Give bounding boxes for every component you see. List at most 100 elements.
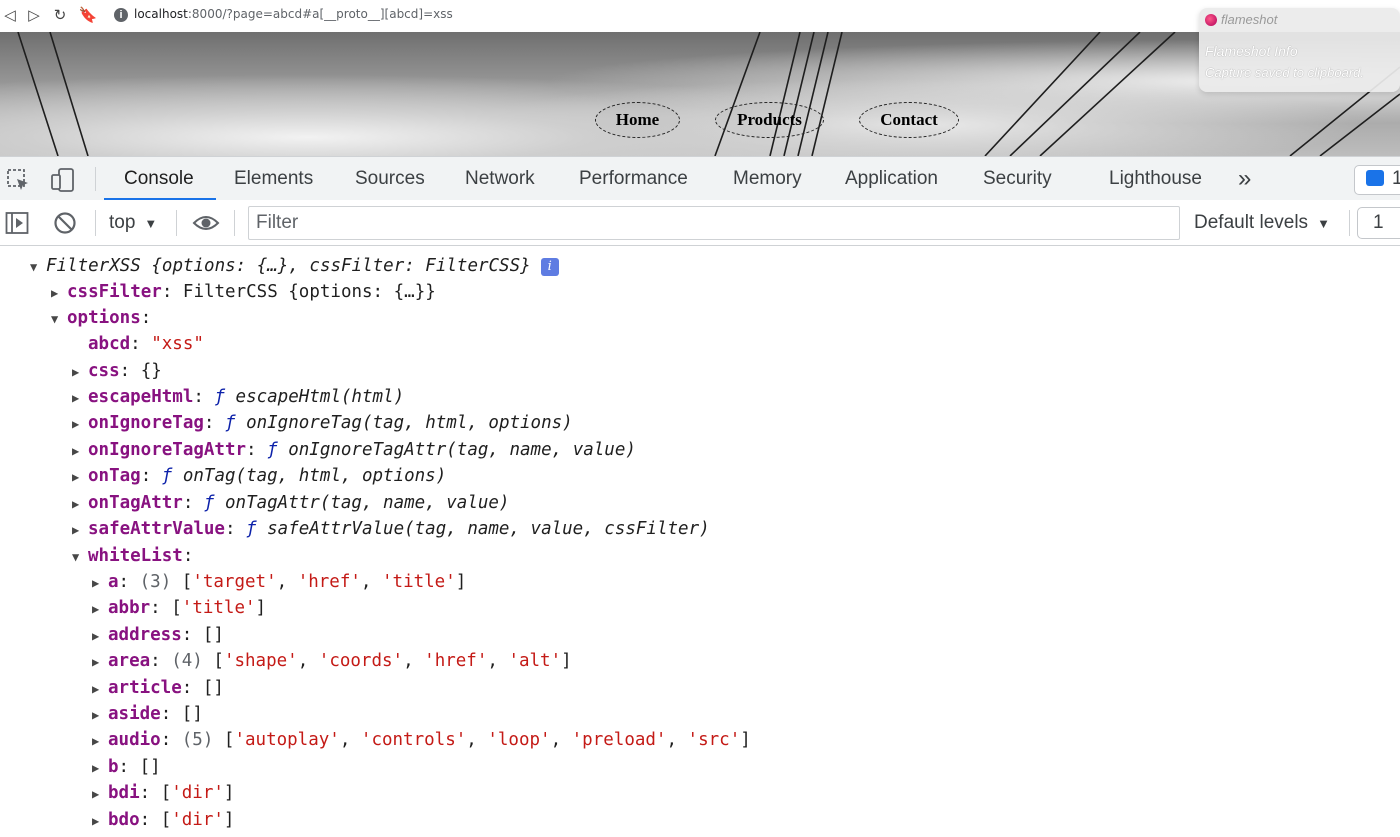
prop-onTagAttr[interactable]: ▶ onTagAttr: ƒ onTagAttr(tag, name, value… — [72, 490, 509, 516]
tab-security[interactable]: Security — [983, 157, 1052, 201]
expanded-triangle-icon[interactable]: ▼ — [72, 544, 88, 570]
filter-input[interactable] — [248, 206, 1180, 240]
prop-value: "xss" — [151, 334, 204, 354]
whitelist-item-abbr[interactable]: ▶ abbr: ['title'] — [92, 595, 266, 621]
array-value: 'target' — [192, 572, 277, 592]
eye-icon[interactable] — [192, 212, 220, 234]
whitelist-item-bdi[interactable]: ▶ bdi: ['dir'] — [92, 780, 234, 806]
prop-key: article — [108, 677, 182, 698]
tab-network[interactable]: Network — [465, 157, 535, 201]
prop-key: abcd — [88, 334, 131, 354]
function-icon: ƒ — [224, 413, 236, 434]
whitelist-item-b[interactable]: ▶ b: [] — [92, 754, 161, 780]
context-label: top — [109, 212, 136, 233]
collapsed-triangle-icon[interactable]: ▶ — [72, 517, 88, 543]
bookmark-icon[interactable]: 🔖 — [78, 5, 98, 25]
collapsed-triangle-icon[interactable]: ▶ — [92, 728, 108, 754]
collapsed-triangle-icon[interactable]: ▶ — [72, 438, 88, 464]
notification-message: Capture saved to clipboard. — [1205, 65, 1364, 80]
array-value: 'href' — [424, 651, 488, 672]
flameshot-notification[interactable]: flameshot Flameshot Info Capture saved t… — [1199, 8, 1400, 92]
device-toolbar-icon[interactable] — [50, 167, 76, 193]
whitelist-item-bdo[interactable]: ▶ bdo: ['dir'] — [92, 807, 234, 833]
array-length: (4) — [171, 651, 203, 672]
function-icon: ƒ — [161, 466, 173, 487]
function-signature: safeAttrValue(tag, name, value, cssFilte… — [267, 519, 710, 539]
reload-icon[interactable]: ↻ — [50, 5, 70, 25]
prop-onIgnoreTag[interactable]: ▶ onIgnoreTag: ƒ onIgnoreTag(tag, html, o… — [72, 410, 573, 436]
prop-key: onIgnoreTagAttr — [88, 439, 247, 460]
prop-safeAttrValue[interactable]: ▶ safeAttrValue: ƒ safeAttrValue(tag, nam… — [72, 516, 710, 542]
collapsed-triangle-icon[interactable]: ▶ — [92, 755, 108, 781]
prop-onIgnoreTagAttr[interactable]: ▶ onIgnoreTagAttr: ƒ onIgnoreTagAttr(tag,… — [72, 437, 636, 463]
prop-abcd: abcd: "xss" — [88, 334, 204, 354]
prop-key: abbr — [108, 598, 151, 619]
tab-performance[interactable]: Performance — [579, 157, 688, 201]
toolbar-divider — [1349, 210, 1350, 236]
collapsed-triangle-icon[interactable]: ▶ — [92, 781, 108, 807]
whitelist-item-article[interactable]: ▶ article: [] — [92, 675, 224, 701]
sidebar-toggle-icon[interactable] — [5, 211, 29, 235]
expanded-triangle-icon[interactable]: ▼ — [30, 254, 46, 280]
filter-placeholder: Filter — [256, 212, 299, 233]
whitelist-item-aside[interactable]: ▶ aside: [] — [92, 701, 203, 727]
collapsed-triangle-icon[interactable]: ▶ — [92, 570, 108, 596]
tab-application[interactable]: Application — [845, 157, 938, 201]
whitelist-item-area[interactable]: ▶ area: (4) ['shape', 'coords', 'href', '… — [92, 648, 572, 674]
tab-sources[interactable]: Sources — [355, 157, 425, 201]
prop-key: options — [67, 308, 141, 328]
whitelist-item-audio[interactable]: ▶ audio: (5) ['autoplay', 'controls', 'lo… — [92, 727, 751, 753]
nav-home-link[interactable]: Home — [595, 102, 680, 138]
collapsed-triangle-icon[interactable]: ▶ — [72, 411, 88, 437]
collapsed-triangle-icon[interactable]: ▶ — [51, 280, 67, 306]
prop-escapeHtml[interactable]: ▶ escapeHtml: ƒ escapeHtml(html) — [72, 384, 404, 410]
collapsed-triangle-icon[interactable]: ▶ — [92, 676, 108, 702]
prop-css[interactable]: ▶ css: {} — [72, 358, 162, 384]
prop-key: bdi — [108, 783, 140, 804]
prop-key: bdo — [108, 809, 140, 830]
back-icon[interactable]: ◁ — [0, 5, 20, 25]
prop-onTag[interactable]: ▶ onTag: ƒ onTag(tag, html, options) — [72, 463, 446, 489]
collapsed-triangle-icon[interactable]: ▶ — [92, 649, 108, 675]
collapsed-triangle-icon[interactable]: ▶ — [72, 385, 88, 411]
tab-elements[interactable]: Elements — [234, 157, 313, 201]
prop-cssFilter[interactable]: ▶ cssFilter: FilterCSS {options: {…}} — [51, 279, 436, 305]
log-levels-dropdown[interactable]: Default levels ▼ — [1194, 200, 1330, 246]
collapsed-triangle-icon[interactable]: ▶ — [92, 702, 108, 728]
clear-console-icon[interactable] — [53, 211, 77, 235]
function-signature: onTagAttr(tag, name, value) — [225, 492, 510, 513]
collapsed-triangle-icon[interactable]: ▶ — [72, 359, 88, 385]
tab-console[interactable]: Console — [124, 157, 194, 201]
prop-whiteList[interactable]: ▼ whiteList: — [72, 543, 193, 569]
more-tabs-icon[interactable]: » — [1238, 157, 1251, 201]
array-length: (3) — [139, 572, 172, 592]
collapsed-triangle-icon[interactable]: ▶ — [92, 623, 108, 649]
inspect-element-icon[interactable] — [6, 168, 30, 192]
tab-lighthouse[interactable]: Lighthouse — [1109, 157, 1202, 201]
nav-contact-link[interactable]: Contact — [859, 102, 959, 138]
function-signature: onTag(tag, html, options) — [182, 466, 447, 487]
function-icon: ƒ — [203, 492, 215, 513]
url-field[interactable]: localhost:8000/?page=abcd#a[__proto__][a… — [134, 7, 453, 21]
whitelist-item-address[interactable]: ▶ address: [] — [92, 622, 224, 648]
array-value: 'dir' — [171, 783, 224, 804]
prop-options[interactable]: ▼ options: — [51, 305, 151, 331]
collapsed-triangle-icon[interactable]: ▶ — [92, 808, 108, 834]
context-selector[interactable]: top ▼ — [109, 200, 157, 246]
collapsed-triangle-icon[interactable]: ▶ — [72, 491, 88, 517]
issues-count: 1 — [1392, 168, 1400, 189]
expanded-triangle-icon[interactable]: ▼ — [51, 306, 67, 332]
site-info-icon[interactable]: i — [114, 8, 128, 22]
console-output: ▼ FilterXSS {options: {…}, cssFilter: Fil… — [0, 246, 1400, 837]
collapsed-triangle-icon[interactable]: ▶ — [72, 464, 88, 490]
prop-key: area — [108, 651, 151, 672]
object-class: FilterXSS — [46, 256, 141, 276]
forward-icon[interactable]: ▷ — [24, 5, 44, 25]
whitelist-item-a[interactable]: ▶ a: (3) ['target', 'href', 'title'] — [92, 569, 466, 595]
object-root[interactable]: ▼ FilterXSS {options: {…}, cssFilter: Fil… — [30, 253, 559, 279]
collapsed-triangle-icon[interactable]: ▶ — [92, 596, 108, 622]
info-icon[interactable]: i — [540, 258, 559, 276]
nav-products-link[interactable]: Products — [715, 102, 824, 138]
power-lines-illustration — [17, 32, 1400, 156]
tab-memory[interactable]: Memory — [733, 157, 802, 201]
